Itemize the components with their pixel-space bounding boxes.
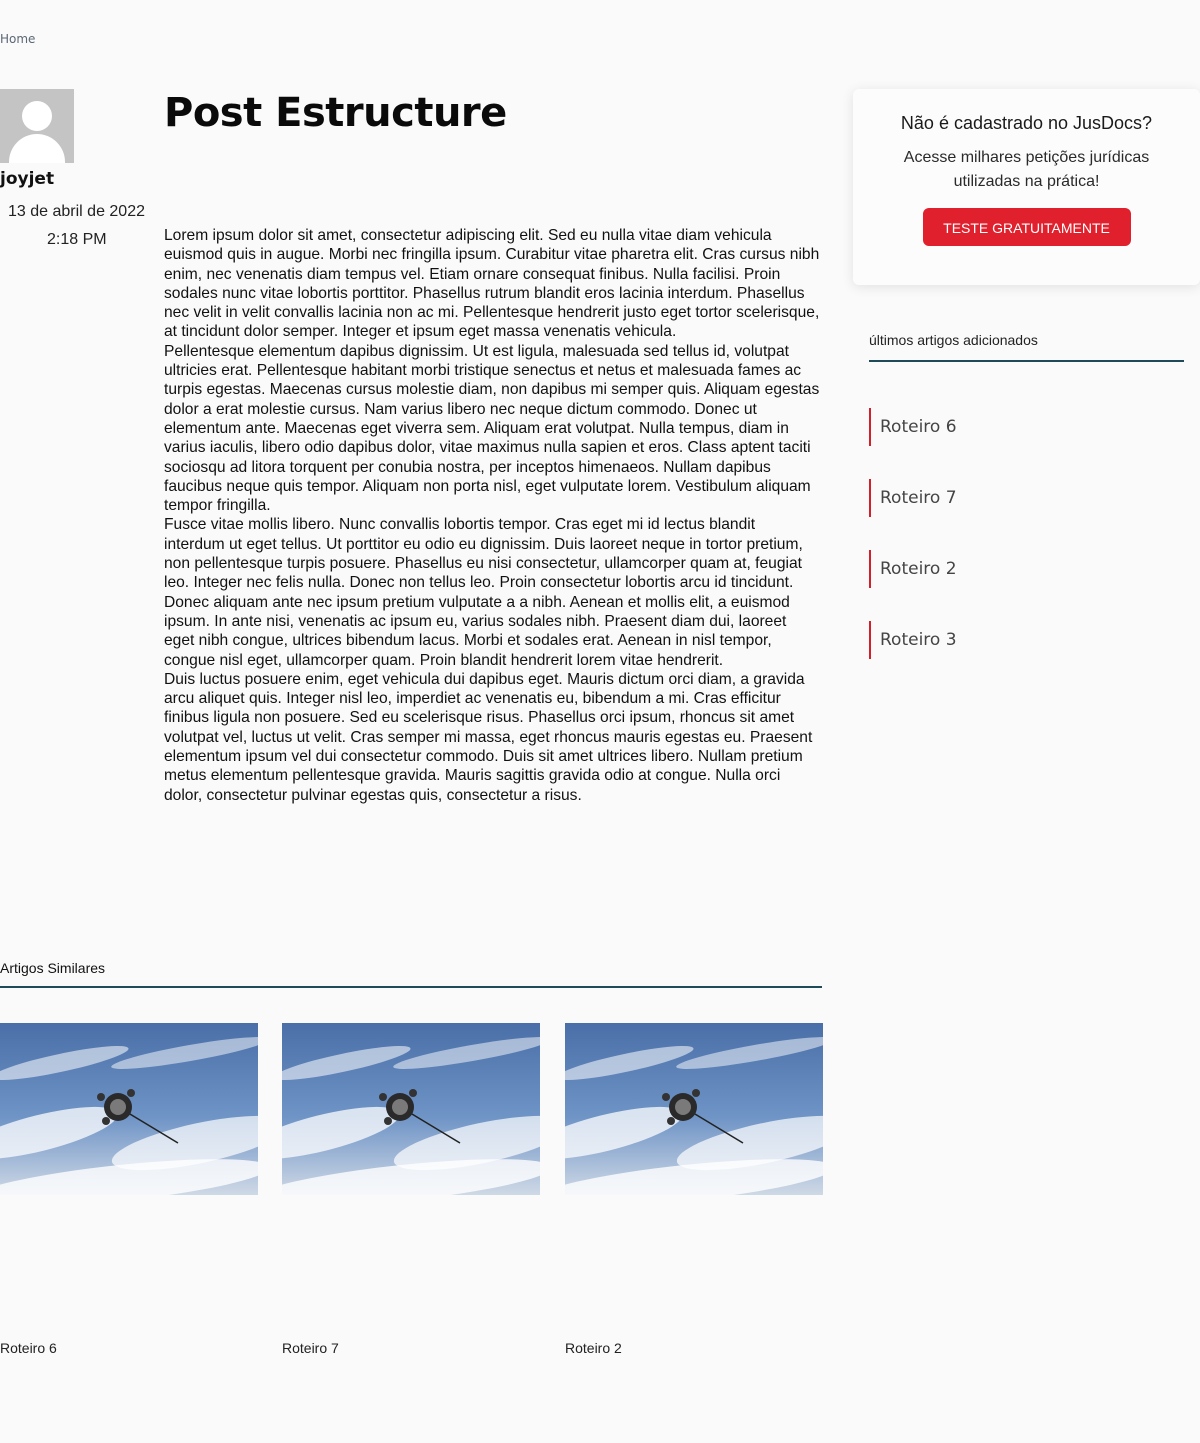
similar-article-image[interactable] [282,1023,540,1195]
similar-article-image[interactable] [0,1023,258,1195]
similar-articles-heading: Artigos Similares [0,960,822,988]
post-paragraph: Fusce vitae mollis libero. Nunc convalli… [164,516,803,592]
post-date: 13 de abril de 2022 [8,203,145,220]
avatar[interactable] [0,89,74,163]
post-time: 2:18 PM [47,231,107,248]
post-body: Lorem ipsum dolor sit amet, consectetur … [164,226,820,805]
similar-article-image[interactable] [565,1023,823,1195]
post-paragraph: Pellentesque elementum dapibus dignissim… [164,342,820,515]
author-name[interactable]: joyjet [0,169,152,189]
recent-article-link[interactable]: Roteiro 7 [869,479,1119,517]
post-title: Post Estructure [164,90,507,136]
signup-cta-card: Não é cadastrado no JusDocs? Acesse milh… [853,89,1200,285]
similar-article-title[interactable]: Roteiro 6 [0,1340,57,1356]
satellite-over-earth-image [565,1023,823,1195]
post-paragraph: Lorem ipsum dolor sit amet, consectetur … [164,227,820,341]
avatar-shoulders-shape [9,134,65,163]
author-block: joyjet 13 de abril de 2022 2:18 PM [0,89,152,248]
cta-text: Acesse milhares petições jurídicas utili… [903,149,1150,190]
recent-article-link[interactable]: Roteiro 2 [869,550,1119,588]
recent-article-link[interactable]: Roteiro 6 [869,408,1119,446]
avatar-head-shape [22,101,52,131]
breadcrumb-home[interactable]: Home [0,32,35,46]
cta-title: Não é cadastrado no JusDocs? [900,113,1153,133]
post-paragraph: Donec aliquam ante nec ipsum pretium vul… [164,593,790,669]
recent-article-link[interactable]: Roteiro 3 [869,621,1119,659]
similar-article-title[interactable]: Roteiro 2 [565,1340,622,1356]
satellite-over-earth-image [0,1023,258,1195]
post-paragraph: Duis luctus posuere enim, eget vehicula … [164,670,813,804]
recent-articles-heading: últimos artigos adicionados [869,332,1184,362]
satellite-over-earth-image [282,1023,540,1195]
similar-article-title[interactable]: Roteiro 7 [282,1340,339,1356]
free-trial-button[interactable]: TESTE GRATUITAMENTE [922,208,1131,246]
